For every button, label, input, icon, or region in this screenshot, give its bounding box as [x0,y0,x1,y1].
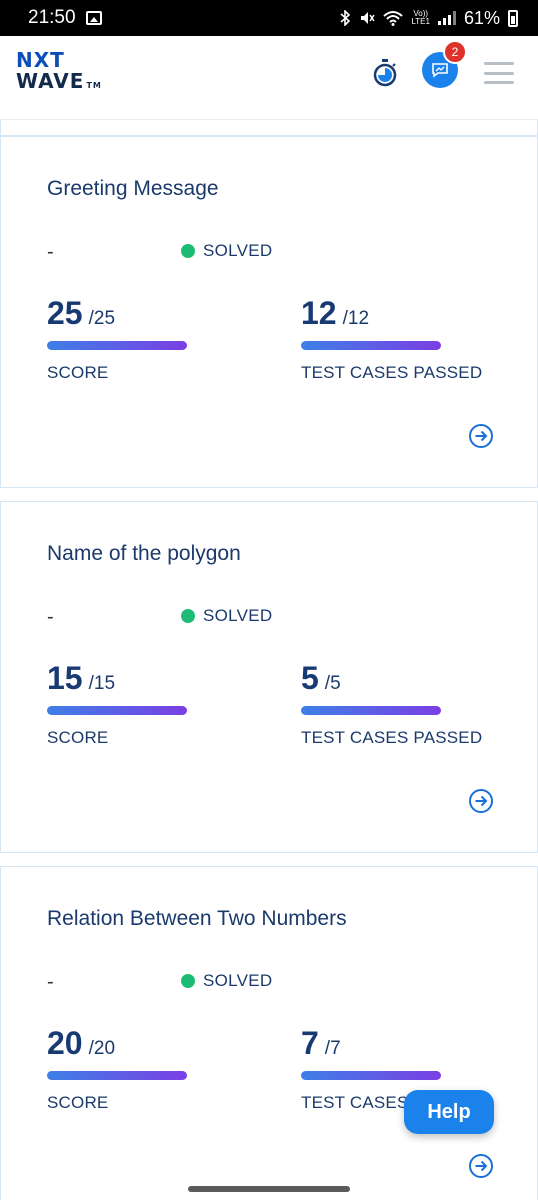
volte-icon: Vo)) LTE1 [411,10,430,26]
solved-dot-icon [181,244,195,258]
app-header: NXT WAVE TM 2 [0,36,538,120]
problem-language: - [47,241,54,263]
clock: 21:50 [28,7,76,28]
status-text: SOLVED [203,606,273,625]
score-obtained: 25 [47,295,83,331]
battery-icon [508,9,518,27]
help-button[interactable]: Help [404,1090,494,1134]
signal-icon [437,11,456,25]
score-label: SCORE [47,728,109,747]
tests-total: /12 [342,308,370,329]
test-cases-label: TEST CASES PASSED [301,728,483,747]
solved-dot-icon [181,974,195,988]
score-total: /20 [88,1038,116,1059]
problems-list: Greeting Message - SOLVED 25/25 SCORE 12… [0,120,538,1200]
menu-icon[interactable] [484,62,514,84]
logo-line2: WAVE [16,69,85,93]
tests-passed: 7 [301,1025,319,1061]
status-badge: SOLVED [181,606,273,626]
problem-language: - [47,971,54,993]
score-value: 15/15 [47,660,115,697]
problem-card: Name of the polygon - SOLVED 15/15 SCORE… [0,501,538,853]
logo-line1: NXT [16,48,65,72]
score-total: /15 [88,673,116,694]
problem-title: Name of the polygon [47,542,241,565]
solved-dot-icon [181,609,195,623]
score-label: SCORE [47,363,109,382]
problem-title: Greeting Message [47,177,219,200]
tests-total: /7 [324,1038,341,1059]
score-label: SCORE [47,1093,109,1112]
mute-icon [361,12,376,24]
chat-icon [432,63,448,78]
tests-passed: 12 [301,295,337,331]
problem-card: Greeting Message - SOLVED 25/25 SCORE 12… [0,136,538,488]
volte-line2: LTE1 [411,17,430,26]
stopwatch-icon[interactable] [372,58,398,88]
problem-language: - [47,606,54,628]
status-badge: SOLVED [181,971,273,991]
score-obtained: 20 [47,1025,83,1061]
gallery-icon [85,11,102,25]
status-text: SOLVED [203,971,273,990]
test-cases-value: 5/5 [301,660,341,697]
notification-badge: 2 [443,40,467,64]
test-cases-label: TEST CASES PASSED [301,363,483,382]
wifi-icon [383,11,404,26]
nxtwave-logo[interactable]: NXT WAVE TM [16,50,116,100]
previous-card-edge [0,120,538,136]
test-cases-progress-bar [301,706,441,715]
gesture-nav-handle[interactable] [188,1186,350,1192]
logo-tm: TM [86,81,102,90]
status-bar: 21:50 Vo)) LTE1 61% [0,0,538,36]
bluetooth-icon [340,10,351,26]
score-obtained: 15 [47,660,83,696]
arrow-right-circle-icon[interactable] [468,788,494,814]
test-cases-value: 7/7 [301,1025,341,1062]
status-text: SOLVED [203,241,273,260]
score-progress-bar [47,341,187,350]
battery-percent: 61% [463,7,500,28]
score-total: /25 [88,308,116,329]
problem-title: Relation Between Two Numbers [47,907,347,930]
status-badge: SOLVED [181,241,273,261]
score-progress-bar [47,706,187,715]
tests-total: /5 [324,673,341,694]
test-cases-progress-bar [301,1071,441,1080]
score-value: 20/20 [47,1025,115,1062]
arrow-right-circle-icon[interactable] [468,423,494,449]
tests-passed: 5 [301,660,319,696]
test-cases-progress-bar [301,341,441,350]
test-cases-value: 12/12 [301,295,369,332]
problem-card: Relation Between Two Numbers - SOLVED 20… [0,866,538,1200]
score-value: 25/25 [47,295,115,332]
score-progress-bar [47,1071,187,1080]
arrow-right-circle-icon[interactable] [468,1153,494,1179]
